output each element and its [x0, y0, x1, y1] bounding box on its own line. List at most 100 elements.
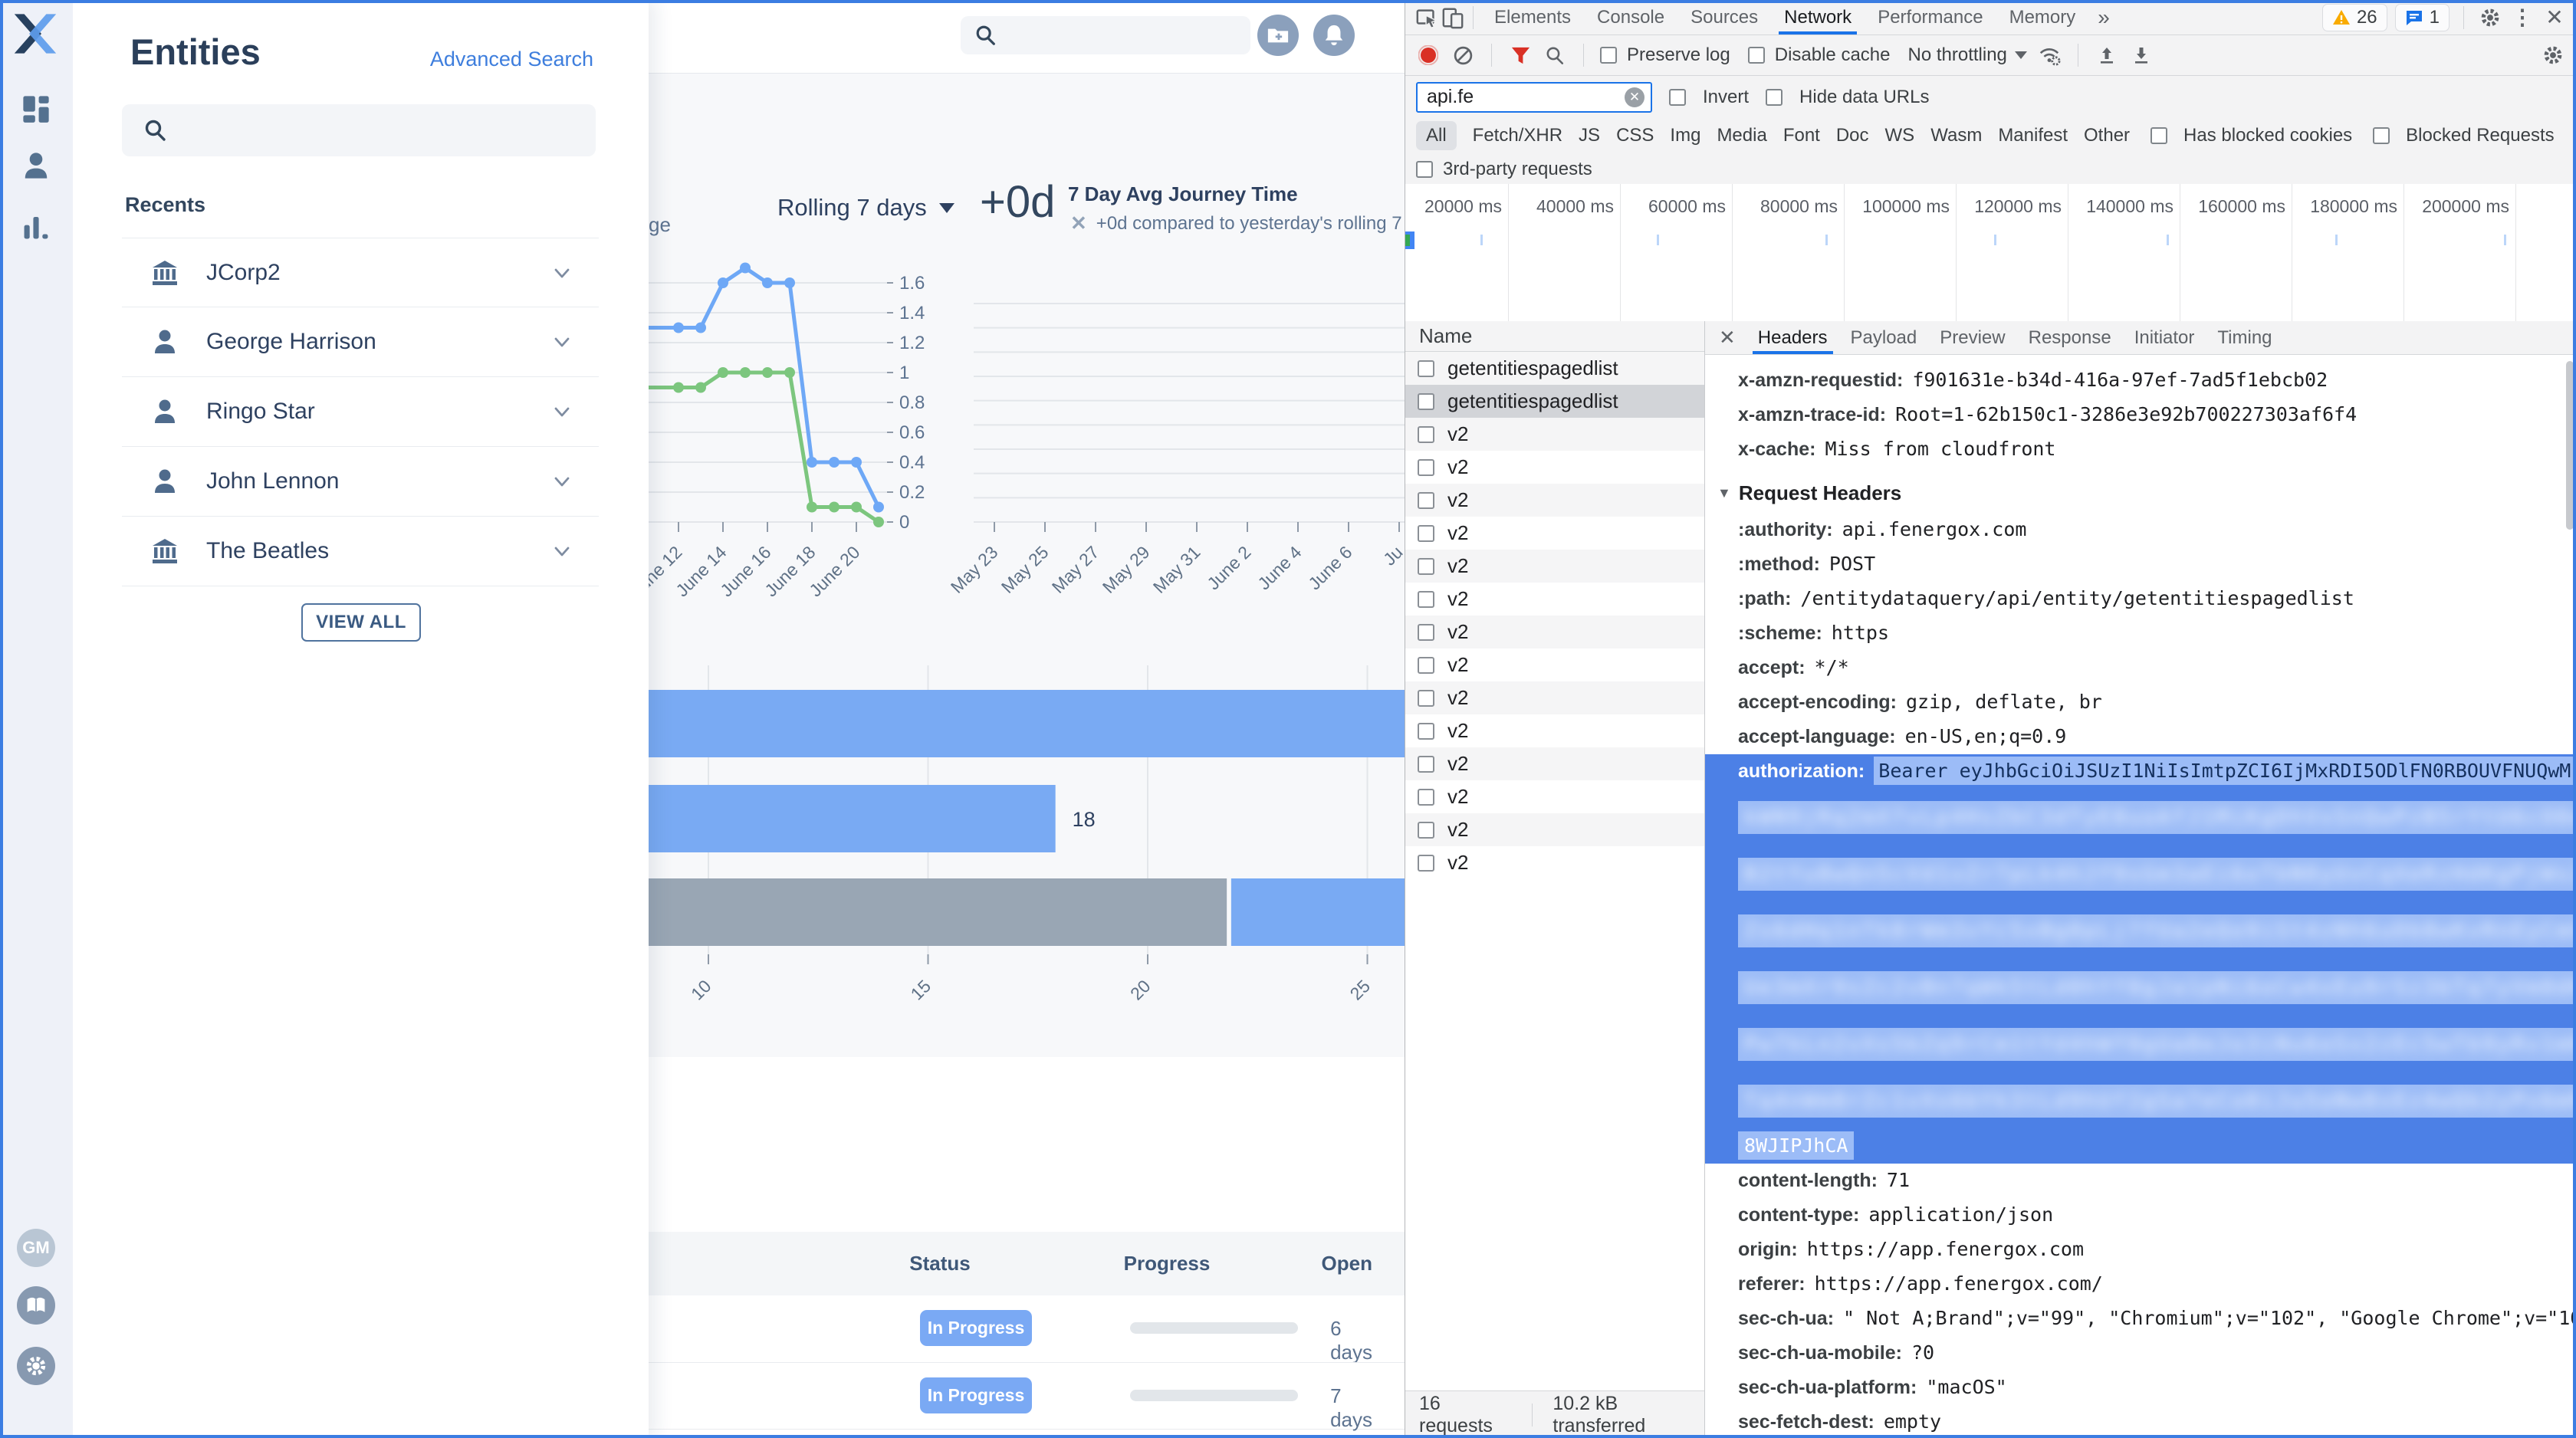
request-checkbox[interactable]	[1418, 360, 1434, 377]
has-blocked-cookies-checkbox[interactable]	[2150, 127, 2167, 144]
request-row[interactable]: v2	[1405, 484, 1704, 517]
disable-cache-checkbox[interactable]	[1748, 47, 1765, 64]
type-filter-all[interactable]: All	[1416, 121, 1457, 150]
kebab-menu-icon[interactable]: ⋮	[2510, 5, 2535, 30]
type-filter-font[interactable]: Font	[1783, 125, 1820, 146]
rolling-period-dropdown[interactable]: Rolling 7 days	[777, 194, 955, 222]
request-row[interactable]: v2	[1405, 418, 1704, 451]
close-inspector-icon[interactable]: ✕	[1708, 326, 1746, 350]
request-checkbox[interactable]	[1418, 789, 1434, 806]
devtools-tab-console[interactable]: Console	[1584, 0, 1677, 34]
avatar[interactable]: GM	[17, 1229, 55, 1267]
third-party-checkbox[interactable]	[1416, 161, 1433, 178]
devtools-tab-elements[interactable]: Elements	[1481, 0, 1584, 34]
inspector-tab-timing[interactable]: Timing	[2206, 321, 2283, 354]
recent-item[interactable]: JCorp2	[122, 238, 599, 307]
request-row[interactable]: v2	[1405, 451, 1704, 484]
table-row[interactable]: In Progress 7 days	[649, 1362, 1405, 1430]
request-row[interactable]: v2	[1405, 813, 1704, 846]
request-checkbox[interactable]	[1418, 393, 1434, 410]
inspector-tab-response[interactable]: Response	[2017, 321, 2123, 354]
network-conditions-icon[interactable]	[2037, 43, 2062, 67]
request-checkbox[interactable]	[1418, 690, 1434, 707]
recent-item[interactable]: John Lennon	[122, 447, 599, 517]
devtools-tab-performance[interactable]: Performance	[1865, 0, 1996, 34]
request-row[interactable]: v2	[1405, 747, 1704, 780]
request-row[interactable]: v2	[1405, 681, 1704, 714]
recent-item[interactable]: George Harrison	[122, 307, 599, 377]
dashboard-icon[interactable]	[21, 94, 51, 123]
inspector-tab-initiator[interactable]: Initiator	[2123, 321, 2206, 354]
request-row[interactable]: getentitiespagedlist	[1405, 352, 1704, 385]
type-filter-ws[interactable]: WS	[1885, 125, 1915, 146]
request-row[interactable]: v2	[1405, 616, 1704, 648]
record-network-log-icon[interactable]	[1416, 43, 1441, 67]
entities-search-input[interactable]	[122, 104, 596, 156]
search-network-icon[interactable]	[1543, 43, 1567, 67]
create-button[interactable]	[1257, 15, 1299, 56]
request-checkbox[interactable]	[1418, 822, 1434, 839]
type-filter-manifest[interactable]: Manifest	[1998, 125, 2068, 146]
table-row[interactable]: In Progress 6 days	[649, 1295, 1405, 1361]
network-settings-icon[interactable]	[2541, 43, 2565, 67]
devtools-tab-memory[interactable]: Memory	[1996, 0, 2089, 34]
type-filter-css[interactable]: CSS	[1616, 125, 1654, 146]
request-row[interactable]: v2	[1405, 517, 1704, 550]
request-checkbox[interactable]	[1418, 855, 1434, 872]
type-filter-wasm[interactable]: Wasm	[1930, 125, 1982, 146]
request-row[interactable]: v2	[1405, 714, 1704, 747]
export-har-icon[interactable]	[2129, 43, 2154, 67]
analytics-icon[interactable]	[21, 212, 51, 241]
help-book-icon[interactable]	[17, 1286, 55, 1325]
request-checkbox[interactable]	[1418, 459, 1434, 476]
request-row[interactable]: v2	[1405, 846, 1704, 879]
throttling-dropdown[interactable]: No throttling	[1907, 44, 2026, 66]
close-devtools-icon[interactable]: ✕	[2542, 5, 2567, 30]
warnings-badge[interactable]: 26	[2322, 4, 2387, 31]
type-filter-other[interactable]: Other	[2084, 125, 2130, 146]
preserve-log-checkbox[interactable]	[1600, 47, 1617, 64]
request-checkbox[interactable]	[1418, 426, 1434, 443]
import-har-icon[interactable]	[2095, 43, 2119, 67]
request-checkbox[interactable]	[1418, 624, 1434, 641]
filter-icon[interactable]	[1508, 43, 1533, 67]
type-filter-media[interactable]: Media	[1717, 125, 1766, 146]
request-checkbox[interactable]	[1418, 657, 1434, 674]
hide-data-urls-checkbox[interactable]	[1766, 89, 1783, 106]
request-row[interactable]: v2	[1405, 780, 1704, 813]
request-checkbox[interactable]	[1418, 492, 1434, 509]
scrollbar-thumb[interactable]	[2566, 361, 2574, 530]
clear-network-log-icon[interactable]	[1451, 43, 1475, 67]
request-row[interactable]: v2	[1405, 648, 1704, 681]
request-checkbox[interactable]	[1418, 591, 1434, 608]
recent-item[interactable]: The Beatles	[122, 517, 599, 586]
inspector-tab-payload[interactable]: Payload	[1839, 321, 1929, 354]
settings-gear-icon[interactable]	[17, 1347, 55, 1385]
network-timeline-ruler[interactable]: 20000 ms40000 ms60000 ms80000 ms100000 m…	[1405, 184, 2576, 322]
request-row[interactable]: v2	[1405, 583, 1704, 616]
invert-checkbox[interactable]	[1669, 89, 1686, 106]
notifications-button[interactable]	[1313, 15, 1355, 56]
request-checkbox[interactable]	[1418, 558, 1434, 575]
type-filter-doc[interactable]: Doc	[1836, 125, 1869, 146]
blocked-requests-checkbox[interactable]	[2373, 127, 2390, 144]
advanced-search-link[interactable]: Advanced Search	[430, 48, 593, 71]
clear-filter-icon[interactable]: ✕	[1625, 87, 1644, 107]
issues-badge[interactable]: 1	[2395, 4, 2450, 31]
device-toolbar-icon[interactable]	[1441, 5, 1465, 30]
more-tabs-icon[interactable]: »	[2090, 5, 2118, 30]
request-row[interactable]: v2	[1405, 550, 1704, 583]
devtools-tab-sources[interactable]: Sources	[1677, 0, 1771, 34]
recent-item[interactable]: Ringo Star	[122, 377, 599, 447]
inspector-tab-preview[interactable]: Preview	[1928, 321, 2016, 354]
contacts-icon[interactable]	[21, 151, 51, 180]
request-checkbox[interactable]	[1418, 756, 1434, 773]
type-filter-js[interactable]: JS	[1579, 125, 1600, 146]
view-all-button[interactable]: VIEW ALL	[301, 603, 421, 642]
request-headers-section[interactable]: ▼Request Headers	[1705, 473, 2576, 513]
inspect-element-icon[interactable]	[1414, 5, 1439, 30]
global-search-input[interactable]	[961, 16, 1250, 54]
devtools-settings-icon[interactable]	[2478, 5, 2502, 30]
brand-logo-icon[interactable]	[11, 9, 60, 58]
inspector-tab-headers[interactable]: Headers	[1746, 321, 1839, 354]
